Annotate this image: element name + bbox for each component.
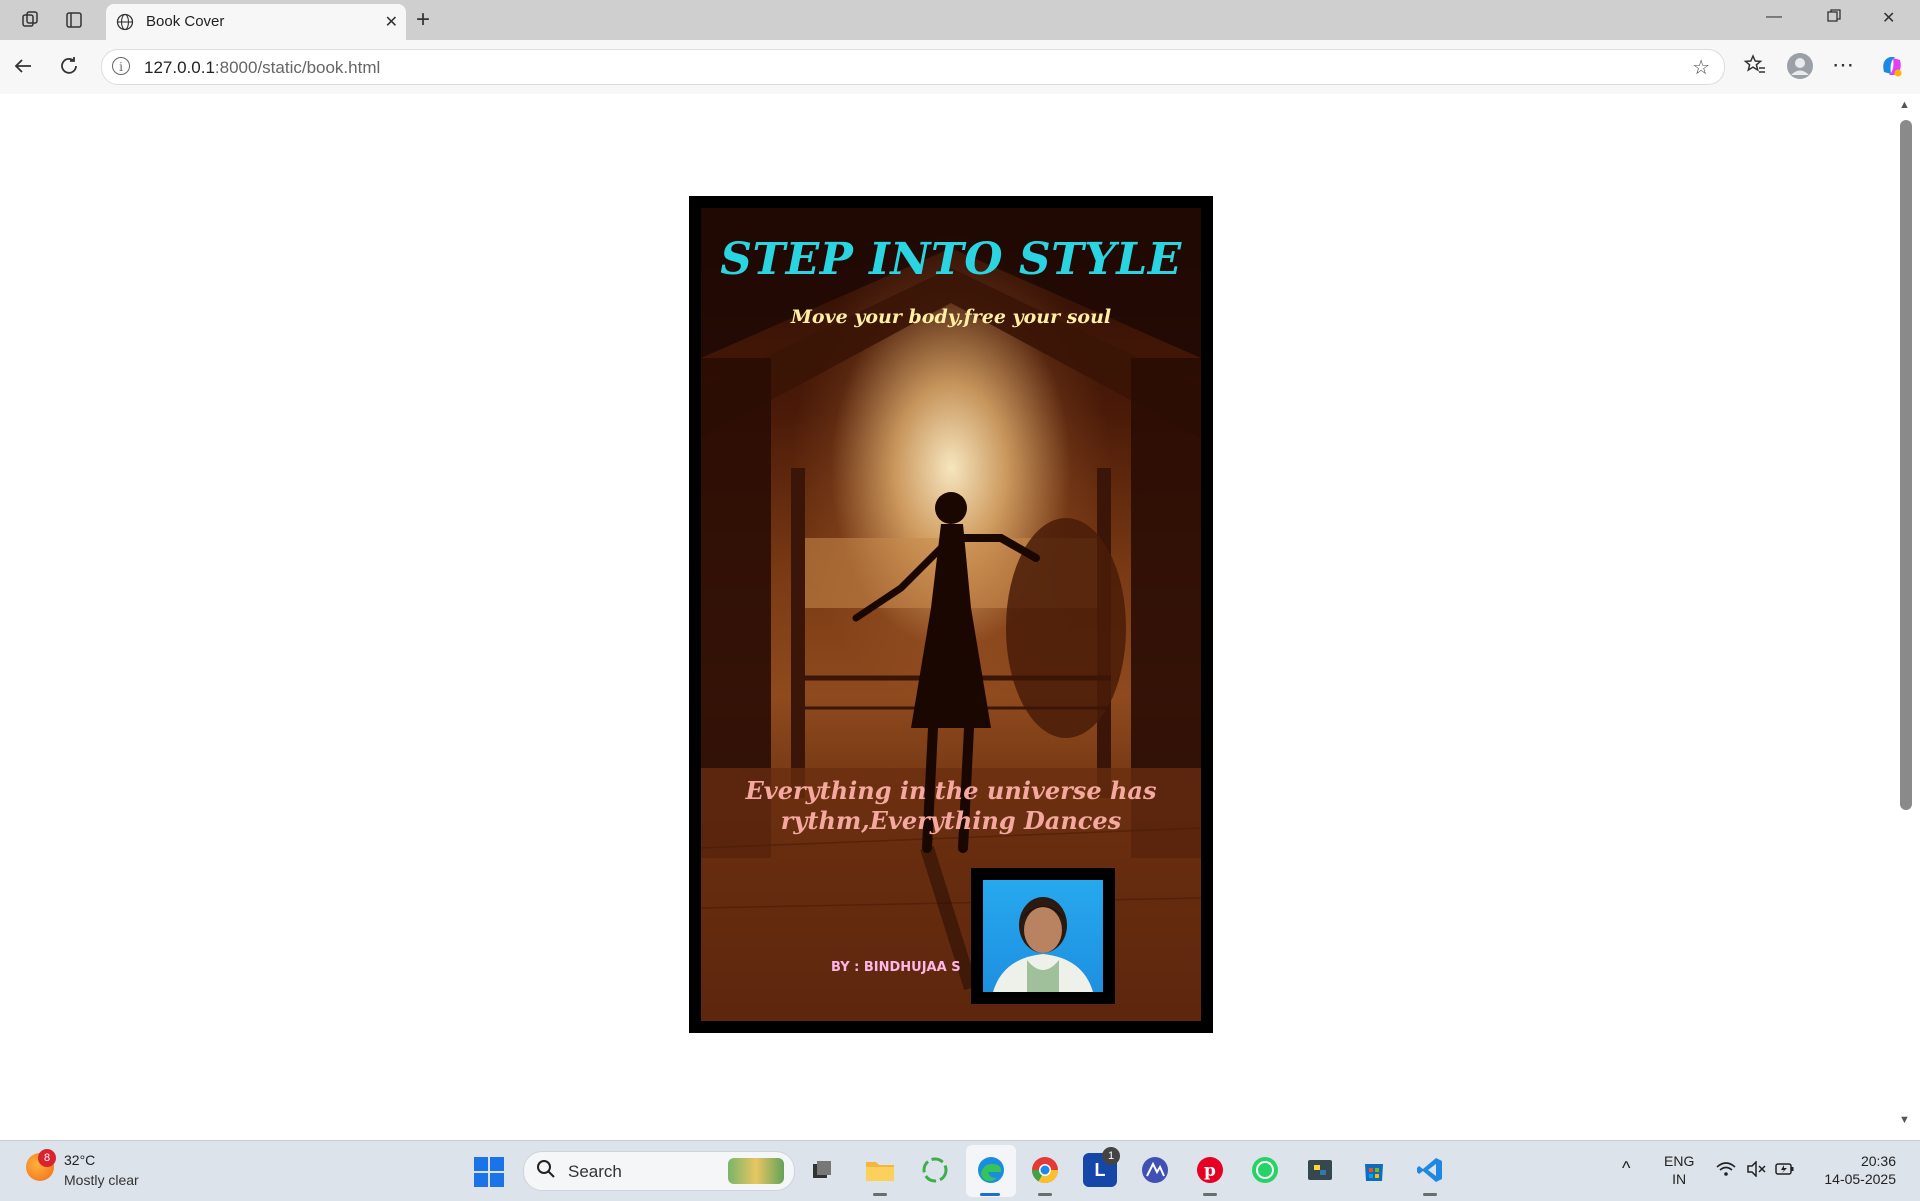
scroll-up-arrow-icon[interactable]: ▲ bbox=[1899, 99, 1910, 111]
clock-time: 20:36 bbox=[1860, 1153, 1896, 1169]
back-icon[interactable] bbox=[12, 55, 34, 83]
region-code: IN bbox=[1672, 1171, 1687, 1187]
python-idle-icon[interactable] bbox=[1303, 1153, 1337, 1187]
system-clock[interactable]: 20:36 14-05-2025 bbox=[1806, 1152, 1896, 1188]
author-name: BY : BINDHUJAA S bbox=[831, 960, 961, 975]
notification-badge: 1 bbox=[1102, 1147, 1120, 1165]
favorite-star-icon[interactable]: ☆ bbox=[1692, 55, 1710, 80]
battery-charging-icon[interactable] bbox=[1775, 1161, 1795, 1181]
chrome-icon[interactable] bbox=[1028, 1153, 1062, 1187]
start-tile bbox=[490, 1173, 504, 1187]
start-tile bbox=[474, 1173, 488, 1187]
workspaces-icon[interactable] bbox=[18, 8, 42, 32]
svg-text:p: p bbox=[1204, 1161, 1216, 1181]
vscode-icon[interactable] bbox=[1413, 1153, 1447, 1187]
restore-icon[interactable] bbox=[1826, 8, 1842, 29]
file-explorer-icon[interactable] bbox=[863, 1153, 897, 1187]
book-quote: Everything in the universe has rythm,Eve… bbox=[745, 776, 1157, 835]
cover-background-photo bbox=[701, 208, 1201, 1021]
close-window-icon[interactable]: ✕ bbox=[1882, 8, 1895, 28]
url-host: 127.0.0.1 bbox=[144, 58, 215, 77]
explorer-running-indicator bbox=[873, 1193, 887, 1196]
minimize-icon[interactable]: — bbox=[1766, 8, 1782, 26]
book-title: STEP INTO STYLE bbox=[720, 234, 1182, 285]
windows-taskbar: 8 32°C Mostly clear Search L 1 p ^ ENG I… bbox=[0, 1140, 1920, 1201]
address-bar[interactable]: i 127.0.0.1:8000/static/book.html ☆ bbox=[101, 49, 1725, 85]
browser-navbar: i 127.0.0.1:8000/static/book.html ☆ ⋯ bbox=[0, 40, 1920, 94]
start-tile bbox=[474, 1157, 488, 1171]
new-tab-button[interactable]: + bbox=[416, 6, 430, 34]
recycle-app-icon[interactable] bbox=[918, 1153, 952, 1187]
vscode-running-indicator bbox=[1423, 1193, 1437, 1196]
copilot-icon[interactable] bbox=[1878, 52, 1906, 86]
weather-temperature[interactable]: 32°C bbox=[64, 1152, 95, 1168]
language-indicator[interactable]: ENG IN bbox=[1664, 1152, 1694, 1188]
book-cover-frame: STEP INTO STYLE Move your body,free your… bbox=[689, 196, 1213, 1033]
author-photo-frame bbox=[971, 868, 1115, 1004]
microsoft-store-icon[interactable] bbox=[1357, 1153, 1391, 1187]
scroll-down-arrow-icon[interactable]: ▼ bbox=[1899, 1114, 1910, 1126]
weather-badge: 8 bbox=[38, 1149, 56, 1167]
book-subtitle: Move your body,free your soul bbox=[790, 306, 1112, 328]
weather-condition[interactable]: Mostly clear bbox=[64, 1172, 139, 1188]
more-options-icon[interactable]: ⋯ bbox=[1832, 52, 1854, 78]
start-button[interactable] bbox=[474, 1157, 504, 1187]
profile-avatar-icon[interactable] bbox=[1786, 52, 1814, 86]
edge-active-indicator bbox=[980, 1193, 1000, 1196]
language-code: ENG bbox=[1664, 1153, 1695, 1169]
chrome-running-indicator bbox=[1038, 1193, 1052, 1196]
wifi-icon[interactable] bbox=[1716, 1161, 1736, 1181]
taskbar-search[interactable]: Search bbox=[523, 1151, 795, 1191]
start-tile bbox=[490, 1157, 504, 1171]
pinterest-icon[interactable]: p bbox=[1193, 1153, 1227, 1187]
browser-titlebar: Book Cover ✕ + — ✕ bbox=[0, 0, 1920, 40]
site-info-icon[interactable]: i bbox=[112, 57, 130, 75]
tab-actions-icon[interactable] bbox=[62, 8, 86, 32]
volume-muted-icon[interactable] bbox=[1746, 1160, 1766, 1181]
task-view-icon[interactable] bbox=[805, 1153, 839, 1187]
vpn-app-icon[interactable] bbox=[1138, 1153, 1172, 1187]
globe-icon bbox=[116, 13, 134, 36]
close-tab-icon[interactable]: ✕ bbox=[385, 12, 398, 32]
refresh-icon[interactable] bbox=[58, 55, 80, 83]
pinterest-running-indicator bbox=[1203, 1193, 1217, 1196]
search-highlight-image bbox=[728, 1158, 784, 1184]
tab-title: Book Cover bbox=[146, 13, 225, 30]
author-photo bbox=[983, 880, 1103, 992]
clock-date: 14-05-2025 bbox=[1824, 1171, 1896, 1187]
tab-book-cover[interactable]: Book Cover ✕ bbox=[106, 4, 406, 40]
favorites-icon[interactable] bbox=[1743, 53, 1767, 83]
whatsapp-icon[interactable] bbox=[1248, 1153, 1282, 1187]
book-cover: STEP INTO STYLE Move your body,free your… bbox=[701, 208, 1201, 1021]
tray-overflow-chevron-up-icon[interactable]: ^ bbox=[1622, 1159, 1630, 1177]
scrollbar-thumb[interactable] bbox=[1900, 120, 1912, 810]
edge-browser-icon[interactable] bbox=[974, 1153, 1008, 1187]
url-path: :8000/static/book.html bbox=[214, 58, 381, 77]
search-icon bbox=[536, 1159, 556, 1185]
search-label: Search bbox=[568, 1162, 622, 1181]
url-text[interactable]: 127.0.0.1:8000/static/book.html bbox=[144, 58, 380, 78]
